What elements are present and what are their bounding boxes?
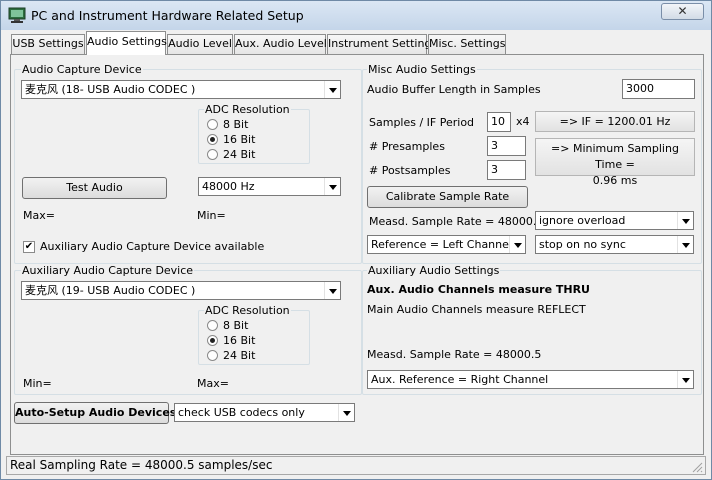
main-reflect-label: Main Audio Channels measure REFLECT <box>367 303 586 316</box>
chevron-down-icon[interactable] <box>677 236 693 253</box>
aux-device-checkbox[interactable]: ✔ <box>23 241 35 253</box>
chevron-down-icon[interactable] <box>324 282 340 299</box>
tab-misc-settings[interactable]: Misc. Settings <box>428 34 506 54</box>
status-text: Real Sampling Rate = 48000.5 samples/sec <box>10 458 273 472</box>
aux-thru-label: Aux. Audio Channels measure THRU <box>367 283 590 296</box>
title-bar[interactable]: PC and Instrument Hardware Related Setup… <box>1 1 711 30</box>
auto-setup-button[interactable]: Auto-Setup Audio Devices <box>14 402 176 424</box>
aux-measured-sample-rate: Measd. Sample Rate = 48000.5 <box>367 348 542 361</box>
aux-max-label: Max= <box>197 377 229 390</box>
window-title: PC and Instrument Hardware Related Setup <box>31 8 304 23</box>
aux-reference-select[interactable]: Aux. Reference = Right Channel <box>367 370 694 389</box>
if-frequency-readout: => IF = 1200.01 Hz <box>535 111 695 132</box>
samples-if-input[interactable]: 10 <box>487 112 511 132</box>
adc-resolution-title: ADC Resolution <box>204 103 291 116</box>
aux-adc-8bit-label: 8 Bit <box>223 319 249 332</box>
aux-capture-device-select[interactable]: 麦克风 (19- USB Audio CODEC ) <box>21 281 341 300</box>
buffer-length-label: Audio Buffer Length in Samples <box>367 83 541 96</box>
chevron-down-icon[interactable] <box>324 81 340 98</box>
status-bar: Real Sampling Rate = 48000.5 samples/sec <box>6 456 706 475</box>
presamples-input[interactable]: 3 <box>487 136 526 156</box>
overload-select[interactable]: ignore overload <box>535 211 694 230</box>
close-button[interactable]: ✕ <box>661 3 704 20</box>
presamples-label: # Presamples <box>369 140 445 153</box>
capture-device-select[interactable]: 麦克风 (18- USB Audio CODEC ) <box>21 80 341 99</box>
tab-audio-level[interactable]: Audio Level <box>167 34 233 54</box>
chevron-down-icon[interactable] <box>509 236 525 253</box>
samples-multiplier: x4 <box>516 115 530 128</box>
audio-capture-group-title: Audio Capture Device <box>21 63 143 76</box>
postsamples-label: # Postsamples <box>369 164 451 177</box>
calibrate-sample-rate-button[interactable]: Calibrate Sample Rate <box>367 186 528 208</box>
misc-audio-group-title: Misc Audio Settings <box>367 63 477 76</box>
samples-if-label: Samples / IF Period <box>369 116 475 129</box>
buffer-length-input[interactable]: 3000 <box>622 79 695 99</box>
adc-8bit-label: 8 Bit <box>223 118 249 131</box>
codec-check-select[interactable]: check USB codecs only <box>174 403 355 422</box>
aux-adc-8bit-radio[interactable] <box>207 320 218 331</box>
postsamples-input[interactable]: 3 <box>487 160 526 180</box>
measured-sample-rate: Measd. Sample Rate = 48000.5 <box>369 215 544 228</box>
sync-select[interactable]: stop on no sync <box>535 235 694 254</box>
min-sampling-time-value: 0.96 ms <box>592 174 638 187</box>
min-sampling-time-readout: => Minimum Sampling Time = 0.96 ms <box>535 138 695 187</box>
capture-min-label: Min= <box>197 209 226 222</box>
monitor-icon <box>8 7 26 23</box>
test-audio-button[interactable]: Test Audio <box>22 177 167 199</box>
chevron-down-icon[interactable] <box>324 178 340 195</box>
tab-audio-settings[interactable]: Audio Settings <box>86 31 167 55</box>
tab-aux-audio-level[interactable]: Aux. Audio Level <box>234 34 327 54</box>
reference-channel-select[interactable]: Reference = Left Channel <box>367 235 526 254</box>
aux-adc-resolution-title: ADC Resolution <box>204 304 291 317</box>
aux-device-checkbox-label: Auxiliary Audio Capture Device available <box>40 240 265 253</box>
aux-adc-16bit-radio[interactable] <box>207 335 218 346</box>
chevron-down-icon[interactable] <box>677 371 693 388</box>
resize-grip-icon[interactable] <box>691 461 703 473</box>
tab-instrument-settings[interactable]: Instrument Settings <box>327 34 437 54</box>
aux-adc-24bit-label: 24 Bit <box>223 349 256 362</box>
close-icon: ✕ <box>677 4 688 18</box>
capture-max-label: Max= <box>23 209 55 222</box>
adc-16bit-radio[interactable] <box>207 134 218 145</box>
adc-24bit-label: 24 Bit <box>223 148 256 161</box>
aux-settings-group-title: Auxiliary Audio Settings <box>367 264 501 277</box>
aux-adc-24bit-radio[interactable] <box>207 350 218 361</box>
setup-window: PC and Instrument Hardware Related Setup… <box>0 0 712 480</box>
aux-capture-group-title: Auxiliary Audio Capture Device <box>21 264 195 277</box>
aux-adc-16bit-label: 16 Bit <box>223 334 256 347</box>
tab-usb-settings[interactable]: USB Settings <box>11 34 85 54</box>
min-sampling-time-label: => Minimum Sampling Time = <box>551 142 679 171</box>
adc-8bit-radio[interactable] <box>207 119 218 130</box>
aux-min-label: Min= <box>23 377 52 390</box>
chevron-down-icon[interactable] <box>677 212 693 229</box>
adc-16bit-label: 16 Bit <box>223 133 256 146</box>
adc-24bit-radio[interactable] <box>207 149 218 160</box>
chevron-down-icon[interactable] <box>338 404 354 421</box>
sample-rate-select[interactable]: 48000 Hz <box>198 177 341 196</box>
